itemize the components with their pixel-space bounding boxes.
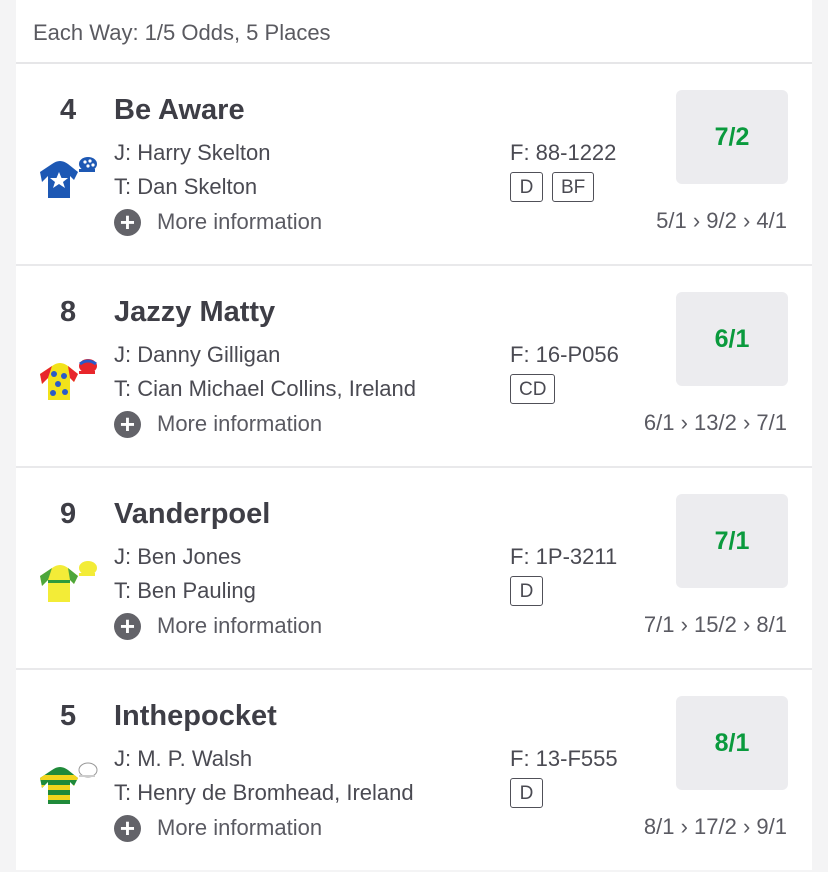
price-history: 8/1 › 17/2 › 9/1 [643, 814, 787, 839]
silk-green-yellow-hoops-icon [38, 756, 100, 812]
price-history: 5/1 › 9/2 › 4/1 [656, 208, 787, 233]
each-way-terms: Each Way: 1/5 Odds, 5 Places [16, 0, 812, 64]
badge-d: D [510, 172, 543, 202]
racecard: Each Way: 1/5 Odds, 5 Places 4 Be Aware … [16, 0, 812, 870]
more-information-label: More information [157, 815, 323, 840]
runner-number: 9 [60, 498, 77, 530]
runner-row: 8 Jazzy Matty J: Danny Gilligan T: Cian … [16, 266, 812, 468]
more-information-label: More information [157, 613, 323, 638]
runner-name[interactable]: Jazzy Matty [114, 296, 275, 329]
more-information-label: More information [157, 209, 323, 234]
badge-cd: CD [510, 374, 556, 404]
more-information-link[interactable]: + More information [114, 612, 322, 640]
trainer-name: T: Ben Pauling [114, 578, 256, 603]
runner-row: 5 Inthepocket J: M. P. Walsh T: Henry de… [16, 670, 812, 872]
plus-circle-icon: + [114, 208, 141, 236]
plus-circle-icon: + [114, 612, 141, 640]
trainer-name: T: Henry de Bromhead, Ireland [114, 780, 414, 805]
runner-name[interactable]: Inthepocket [114, 700, 277, 733]
odds-button[interactable]: 7/2 [676, 90, 788, 184]
price-history: 7/1 › 15/2 › 8/1 [643, 612, 787, 637]
form-figures: F: 88-1222 [510, 140, 617, 165]
silk-yellow-red-spots-icon [38, 352, 100, 408]
plus-circle-icon: + [114, 814, 141, 842]
runner-name[interactable]: Be Aware [114, 94, 245, 127]
trainer-name: T: Dan Skelton [114, 174, 258, 199]
badge-list: D BF [510, 172, 595, 202]
form-figures: F: 1P-3211 [510, 544, 618, 569]
silk-blue-white-star-icon [38, 150, 100, 206]
odds-button[interactable]: 7/1 [676, 494, 788, 588]
runner-number: 8 [60, 296, 77, 328]
more-information-link[interactable]: + More information [114, 814, 322, 842]
badge-list: CD [510, 374, 556, 404]
runner-row: 9 Vanderpoel J: Ben Jones T: Ben Pauling… [16, 468, 812, 670]
jockey-name: J: Harry Skelton [114, 140, 271, 165]
odds-button[interactable]: 8/1 [676, 696, 788, 790]
jockey-name: J: M. P. Walsh [114, 746, 253, 771]
jockey-name: J: Danny Gilligan [114, 342, 281, 367]
odds-button[interactable]: 6/1 [676, 292, 788, 386]
badge-list: D [510, 778, 543, 808]
trainer-name: T: Cian Michael Collins, Ireland [114, 376, 417, 401]
badge-list: D [510, 576, 543, 606]
plus-circle-icon: + [114, 410, 141, 438]
jockey-name: J: Ben Jones [114, 544, 242, 569]
price-history: 6/1 › 13/2 › 7/1 [643, 410, 787, 435]
badge-bf: BF [552, 172, 595, 202]
runner-row: 4 Be Aware J: Harry Skelton T: Dan Skelt… [16, 64, 812, 266]
badge-d: D [510, 778, 543, 808]
more-information-link[interactable]: + More information [114, 410, 322, 438]
badge-d: D [510, 576, 543, 606]
form-figures: F: 16-P056 [510, 342, 619, 367]
more-information-label: More information [157, 411, 323, 436]
more-information-link[interactable]: + More information [114, 208, 322, 236]
form-figures: F: 13-F555 [510, 746, 618, 771]
runner-number: 5 [60, 700, 77, 732]
runner-number: 4 [60, 94, 77, 126]
silk-yellow-green-icon [38, 554, 100, 610]
runner-name[interactable]: Vanderpoel [114, 498, 270, 531]
